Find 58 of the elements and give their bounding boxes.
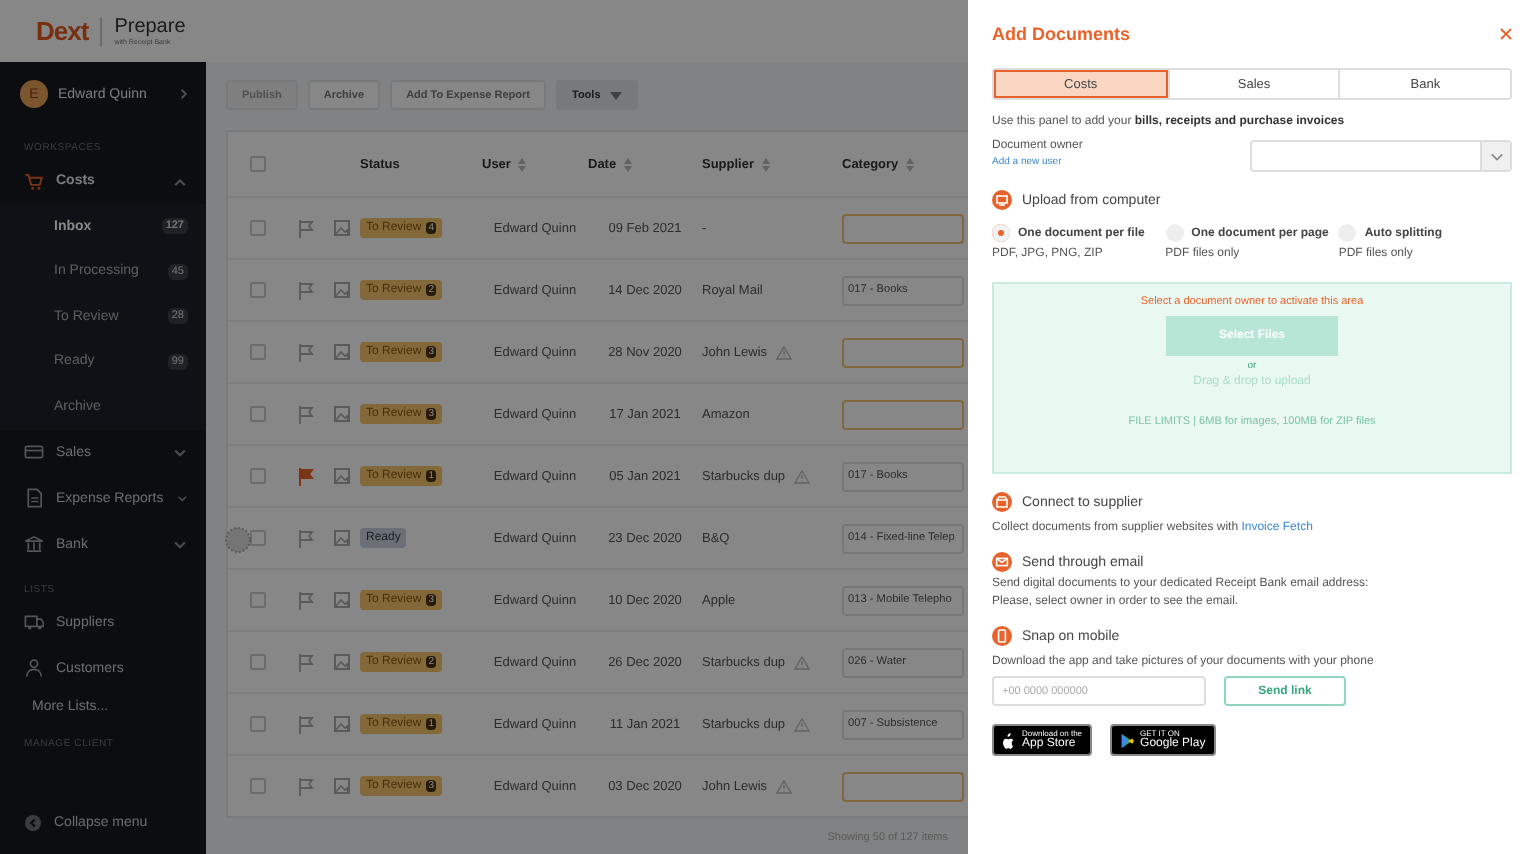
category-field[interactable] (842, 213, 964, 243)
caret-down-icon (610, 91, 623, 99)
checkbox[interactable] (250, 592, 266, 608)
chevron-right-icon (176, 86, 190, 102)
flag-icon[interactable] (298, 467, 314, 485)
image-icon[interactable] (334, 530, 350, 546)
flag-icon[interactable] (298, 653, 314, 671)
flag-icon[interactable] (298, 777, 314, 795)
image-icon[interactable] (334, 282, 350, 298)
truck-icon (24, 612, 44, 632)
logo: Dext (36, 17, 103, 45)
store-icon (992, 492, 1012, 512)
image-icon[interactable] (334, 716, 350, 732)
play-icon (1120, 731, 1135, 749)
flag-icon[interactable] (298, 591, 314, 609)
monitor-icon (992, 190, 1012, 210)
flag-icon[interactable] (298, 715, 314, 733)
image-icon[interactable] (334, 220, 350, 236)
person-icon (24, 658, 44, 678)
card-icon (24, 442, 44, 462)
close-icon[interactable] (1500, 28, 1512, 40)
category-field[interactable] (842, 337, 964, 367)
flag-icon[interactable] (298, 529, 314, 547)
image-icon[interactable] (334, 592, 350, 608)
checkbox[interactable] (250, 344, 266, 360)
checkbox[interactable] (250, 654, 266, 670)
category-field[interactable] (842, 771, 964, 801)
checkbox[interactable] (250, 530, 266, 546)
bank-icon (24, 534, 44, 554)
checkbox[interactable] (250, 406, 266, 422)
checkbox[interactable] (250, 468, 266, 484)
spinner-icon (224, 526, 252, 554)
panel-title: Add Documents (992, 24, 1131, 44)
image-icon[interactable] (334, 654, 350, 670)
checkbox[interactable] (250, 156, 266, 172)
owner-dropdown[interactable] (1250, 140, 1512, 172)
flag-icon[interactable] (298, 343, 314, 361)
apple-icon (1002, 731, 1016, 749)
flag-icon[interactable] (298, 405, 314, 423)
chevron-down-icon (1489, 151, 1503, 161)
image-icon[interactable] (334, 406, 350, 422)
document-icon (24, 488, 44, 508)
checkbox[interactable] (250, 282, 266, 298)
product-name: Prepare (114, 15, 186, 37)
checkbox[interactable] (250, 778, 266, 794)
envelope-icon (992, 552, 1012, 572)
flag-icon[interactable] (298, 281, 314, 299)
checkbox[interactable] (250, 220, 266, 236)
checkbox[interactable] (250, 716, 266, 732)
radio-button[interactable] (992, 224, 1010, 242)
image-icon[interactable] (334, 344, 350, 360)
chevron-left-circle-icon (24, 813, 42, 831)
phone-icon (992, 626, 1012, 646)
flag-icon[interactable] (298, 219, 314, 237)
image-icon[interactable] (334, 778, 350, 794)
image-icon[interactable] (334, 468, 350, 484)
category-field[interactable] (842, 399, 964, 429)
cart-icon (24, 171, 44, 191)
